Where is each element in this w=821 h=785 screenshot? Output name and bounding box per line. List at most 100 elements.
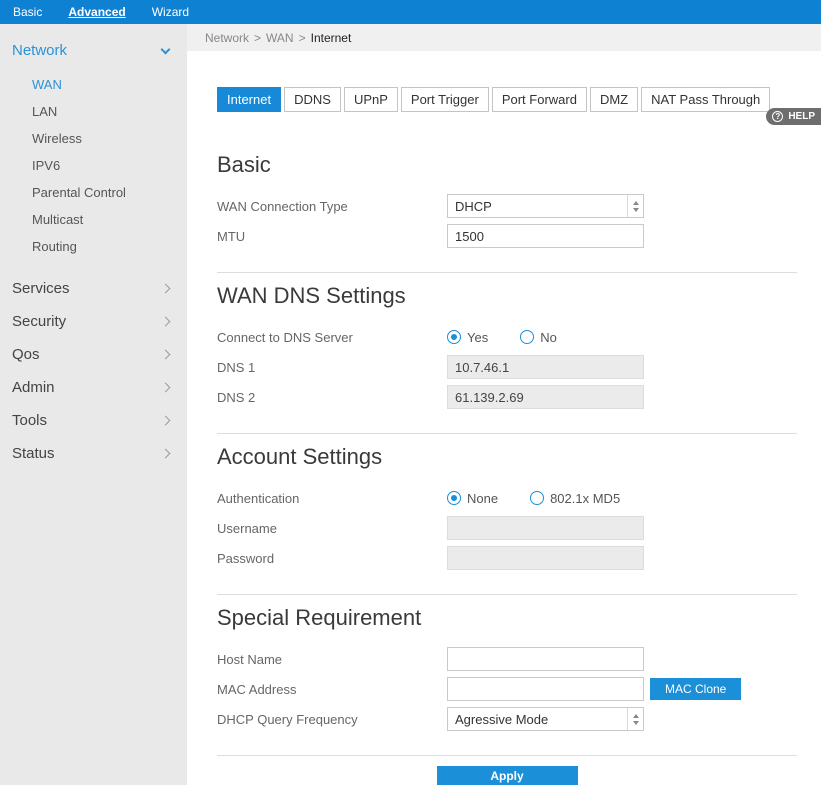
radio-selected-icon[interactable] xyxy=(447,491,461,505)
mac-clone-button[interactable]: MAC Clone xyxy=(650,678,742,700)
form-row: Host Name xyxy=(217,647,821,671)
sidebar-item-ipv6[interactable]: IPV6 xyxy=(0,152,187,179)
dns1-input xyxy=(447,355,644,379)
form-row: WAN Connection Type DHCP xyxy=(217,194,821,218)
auth-none-option[interactable]: None xyxy=(447,491,498,506)
sidebar-item-lan[interactable]: LAN xyxy=(0,98,187,125)
auth-md5-option[interactable]: 802.1x MD5 xyxy=(530,491,620,506)
top-menu-advanced[interactable]: Advanced xyxy=(55,0,138,24)
account-rows: Authentication None 802.1x MD5 Username xyxy=(217,486,821,570)
section-divider xyxy=(217,594,797,595)
form-row: Username xyxy=(217,516,821,540)
top-menu-bar: Basic Advanced Wizard xyxy=(0,0,821,24)
sidebar-item-wireless[interactable]: Wireless xyxy=(0,125,187,152)
basic-rows: WAN Connection Type DHCP MTU xyxy=(217,194,821,248)
auth-none-label: None xyxy=(467,490,499,506)
tab-port-forward[interactable]: Port Forward xyxy=(491,87,587,112)
sidebar-item-tools[interactable]: Tools xyxy=(0,404,187,437)
top-menu-basic[interactable]: Basic xyxy=(0,0,55,24)
sidebar-network-children: WAN LAN Wireless IPV6 Parental Control M… xyxy=(0,71,187,260)
apply-button[interactable]: Apply xyxy=(436,766,578,785)
section-title-basic: Basic xyxy=(217,152,271,177)
sidebar-item-admin[interactable]: Admin xyxy=(0,371,187,404)
main-panel: Network > WAN > Internet ? HELP Internet… xyxy=(187,24,821,785)
auth-md5-label: 802.1x MD5 xyxy=(550,490,621,506)
chevron-right-icon xyxy=(160,448,171,459)
tab-ddns[interactable]: DDNS xyxy=(284,87,341,112)
section-title-wan-dns: WAN DNS Settings xyxy=(217,283,406,308)
tab-bar: Internet DDNS UPnP Port Trigger Port For… xyxy=(217,87,821,112)
sidebar-item-routing[interactable]: Routing xyxy=(0,233,187,260)
sidebar-admin-label: Admin xyxy=(12,379,55,396)
wan-connection-type-label: WAN Connection Type xyxy=(217,198,348,214)
breadcrumb-separator: > xyxy=(254,30,262,45)
sidebar-network-label: Network xyxy=(12,42,68,59)
radio-selected-icon[interactable] xyxy=(447,330,461,344)
chevron-right-icon xyxy=(160,415,171,426)
select-stepper-icon xyxy=(627,708,643,730)
dns-yes-option[interactable]: Yes xyxy=(447,330,488,345)
host-name-label: Host Name xyxy=(217,651,283,667)
form-row: Authentication None 802.1x MD5 xyxy=(217,486,821,510)
mtu-input[interactable] xyxy=(447,224,644,248)
help-label: HELP xyxy=(788,111,815,122)
breadcrumb-separator: > xyxy=(298,30,306,45)
dns-yes-label: Yes xyxy=(467,329,489,345)
sidebar-item-multicast[interactable]: Multicast xyxy=(0,206,187,233)
sidebar-item-parental-control[interactable]: Parental Control xyxy=(0,179,187,206)
dns-no-option[interactable]: No xyxy=(520,330,557,345)
wan-connection-type-select[interactable]: DHCP xyxy=(447,194,644,218)
dhcp-frequency-select[interactable]: Agressive Mode xyxy=(447,707,644,731)
authentication-label: Authentication xyxy=(217,490,300,506)
tab-internet[interactable]: Internet xyxy=(217,87,282,112)
section-divider xyxy=(217,433,797,434)
host-name-input[interactable] xyxy=(447,647,644,671)
sidebar-item-security[interactable]: Security xyxy=(0,305,187,338)
wan-connection-type-value: DHCP xyxy=(455,198,492,214)
radio-unselected-icon[interactable] xyxy=(530,491,545,505)
sidebar-item-qos[interactable]: Qos xyxy=(0,338,187,371)
tab-port-trigger[interactable]: Port Trigger xyxy=(400,87,489,112)
top-menu-wizard[interactable]: Wizard xyxy=(139,0,202,24)
apply-container: Apply xyxy=(217,766,797,785)
select-stepper-icon xyxy=(627,195,643,217)
sidebar-security-label: Security xyxy=(12,313,67,330)
chevron-right-icon xyxy=(160,283,171,294)
dns-no-label: No xyxy=(540,329,557,345)
username-label: Username xyxy=(217,520,277,536)
tab-dmz[interactable]: DMZ xyxy=(589,87,639,112)
chevron-down-icon xyxy=(160,44,171,54)
help-icon: ? xyxy=(772,111,784,122)
content: Internet DDNS UPnP Port Trigger Port For… xyxy=(187,51,821,785)
dns2-input xyxy=(447,385,644,409)
sidebar-status-label: Status xyxy=(12,445,55,462)
sidebar-tools-label: Tools xyxy=(12,412,48,429)
sidebar: Network WAN LAN Wireless IPV6 Parental C… xyxy=(0,24,187,785)
dhcp-frequency-value: Agressive Mode xyxy=(455,711,549,727)
chevron-right-icon xyxy=(160,382,171,393)
breadcrumb-wan[interactable]: WAN xyxy=(266,31,294,45)
section-title-special: Special Requirement xyxy=(217,605,422,630)
sidebar-qos-label: Qos xyxy=(12,346,40,363)
form-row: MTU xyxy=(217,224,821,248)
sidebar-item-status[interactable]: Status xyxy=(0,437,187,470)
sidebar-item-wan[interactable]: WAN xyxy=(0,71,187,98)
mac-address-input[interactable] xyxy=(447,677,644,701)
dns1-label: DNS 1 xyxy=(217,359,256,375)
breadcrumb-network[interactable]: Network xyxy=(205,31,249,45)
tab-upnp[interactable]: UPnP xyxy=(343,87,398,112)
sidebar-services-label: Services xyxy=(12,280,70,297)
mtu-label: MTU xyxy=(217,228,246,244)
form-row: MAC Address MAC Clone xyxy=(217,677,821,701)
sidebar-section-network[interactable]: Network xyxy=(0,24,187,71)
chevron-right-icon xyxy=(160,349,171,360)
tab-nat-pass-through[interactable]: NAT Pass Through xyxy=(641,87,771,112)
special-rows: Host Name MAC Address MAC Clone DHCP Que… xyxy=(217,647,821,731)
help-button[interactable]: ? HELP xyxy=(766,108,821,125)
sidebar-item-services[interactable]: Services xyxy=(0,272,187,305)
form-row: Password xyxy=(217,546,821,570)
section-divider xyxy=(217,272,797,273)
password-input xyxy=(447,546,644,570)
password-label: Password xyxy=(217,550,275,566)
radio-unselected-icon[interactable] xyxy=(520,330,535,344)
